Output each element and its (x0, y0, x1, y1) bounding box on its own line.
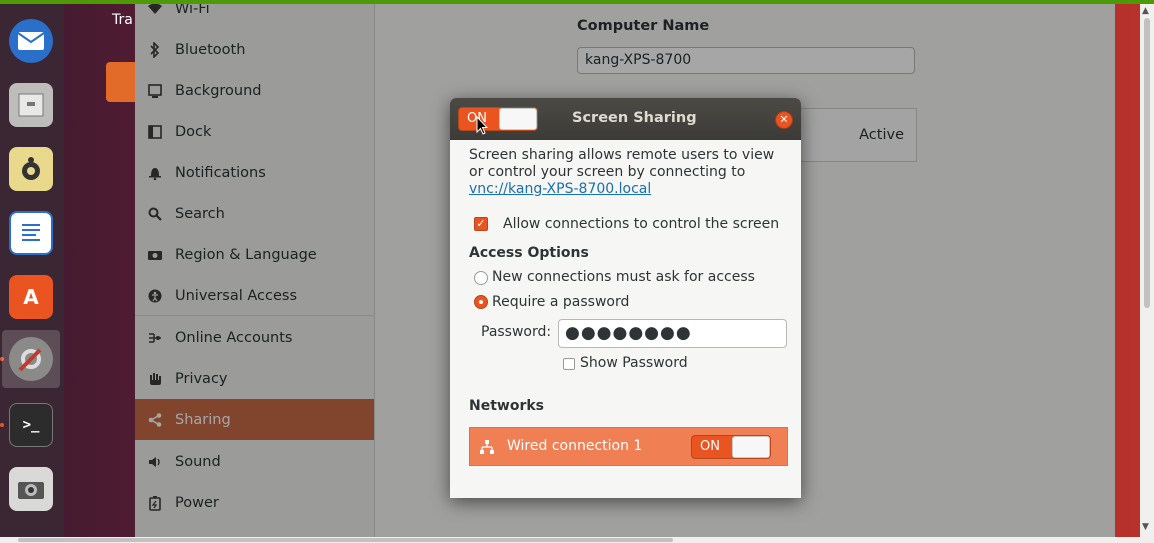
vnc-link[interactable]: vnc://kang-XPS-8700.local (469, 181, 651, 197)
rhythmbox-icon (9, 147, 53, 191)
show-password-checkbox[interactable] (563, 358, 575, 370)
screen-sharing-dialog: ON Screen Sharing ✕ Screen sharing allow… (450, 98, 801, 498)
dock-thunderbird[interactable] (2, 12, 60, 70)
password-input[interactable]: ●●●●●●●● (558, 319, 787, 348)
dock-rhythmbox[interactable] (2, 140, 60, 198)
software-icon: A (9, 275, 53, 319)
screen-sharing-toggle[interactable]: ON (458, 107, 538, 131)
close-button[interactable]: ✕ (775, 111, 793, 129)
dialog-title: Screen Sharing (572, 110, 697, 126)
network-toggle[interactable]: ON (691, 435, 771, 459)
require-password-radio[interactable] (474, 295, 488, 309)
allow-control-checkbox[interactable]: ✓ (474, 217, 488, 231)
require-password-label: Require a password (492, 294, 630, 310)
dock-files[interactable] (2, 76, 60, 134)
network-name: Wired connection 1 (507, 438, 643, 454)
vertical-scrollbar[interactable]: ▲ ▼ (1140, 4, 1154, 537)
scroll-down-icon[interactable]: ▼ (1142, 522, 1149, 532)
settings-icon (9, 337, 53, 381)
dock-terminal[interactable]: >_ (2, 396, 60, 454)
terminal-icon: >_ (9, 403, 53, 447)
network-wired-icon (479, 439, 495, 455)
sharing-description: Screen sharing allows remote users to vi… (469, 147, 791, 198)
trash-label: Tra (112, 12, 133, 28)
close-icon: ✕ (779, 113, 789, 126)
toggle-knob (499, 108, 537, 130)
show-password-label: Show Password (580, 355, 688, 371)
allow-control-label: Allow connections to control the screen (503, 216, 780, 232)
scroll-up-icon[interactable]: ▲ (1142, 6, 1149, 16)
password-label: Password: (481, 324, 552, 340)
launcher-dock: A >_ (0, 4, 64, 543)
dock-software[interactable]: A (2, 268, 60, 326)
dock-writer[interactable] (2, 204, 60, 262)
ask-access-radio[interactable] (474, 271, 488, 285)
access-options-heading: Access Options (469, 245, 589, 261)
network-row[interactable]: Wired connection 1 ON (469, 427, 788, 466)
networks-heading: Networks (469, 398, 545, 414)
mouse-cursor-icon (476, 116, 488, 135)
horizontal-scrollbar[interactable] (0, 537, 1154, 543)
description-text: Screen sharing allows remote users to vi… (469, 147, 775, 180)
thunderbird-icon (9, 19, 53, 63)
toggle-on-label: ON (700, 439, 720, 454)
scroll-thumb[interactable] (1144, 18, 1150, 308)
dock-settings[interactable] (2, 330, 60, 388)
scroll-thumb[interactable] (18, 538, 673, 542)
ask-access-label: New connections must ask for access (492, 269, 755, 285)
checkmark-icon: ✓ (476, 217, 486, 230)
dialog-titlebar: ON Screen Sharing ✕ (450, 98, 801, 140)
writer-icon (9, 211, 53, 255)
camera-icon (9, 467, 53, 511)
toggle-knob (732, 436, 770, 458)
dock-screenshot[interactable] (2, 460, 60, 518)
files-icon (9, 83, 53, 127)
desktop: Tra (64, 4, 156, 543)
